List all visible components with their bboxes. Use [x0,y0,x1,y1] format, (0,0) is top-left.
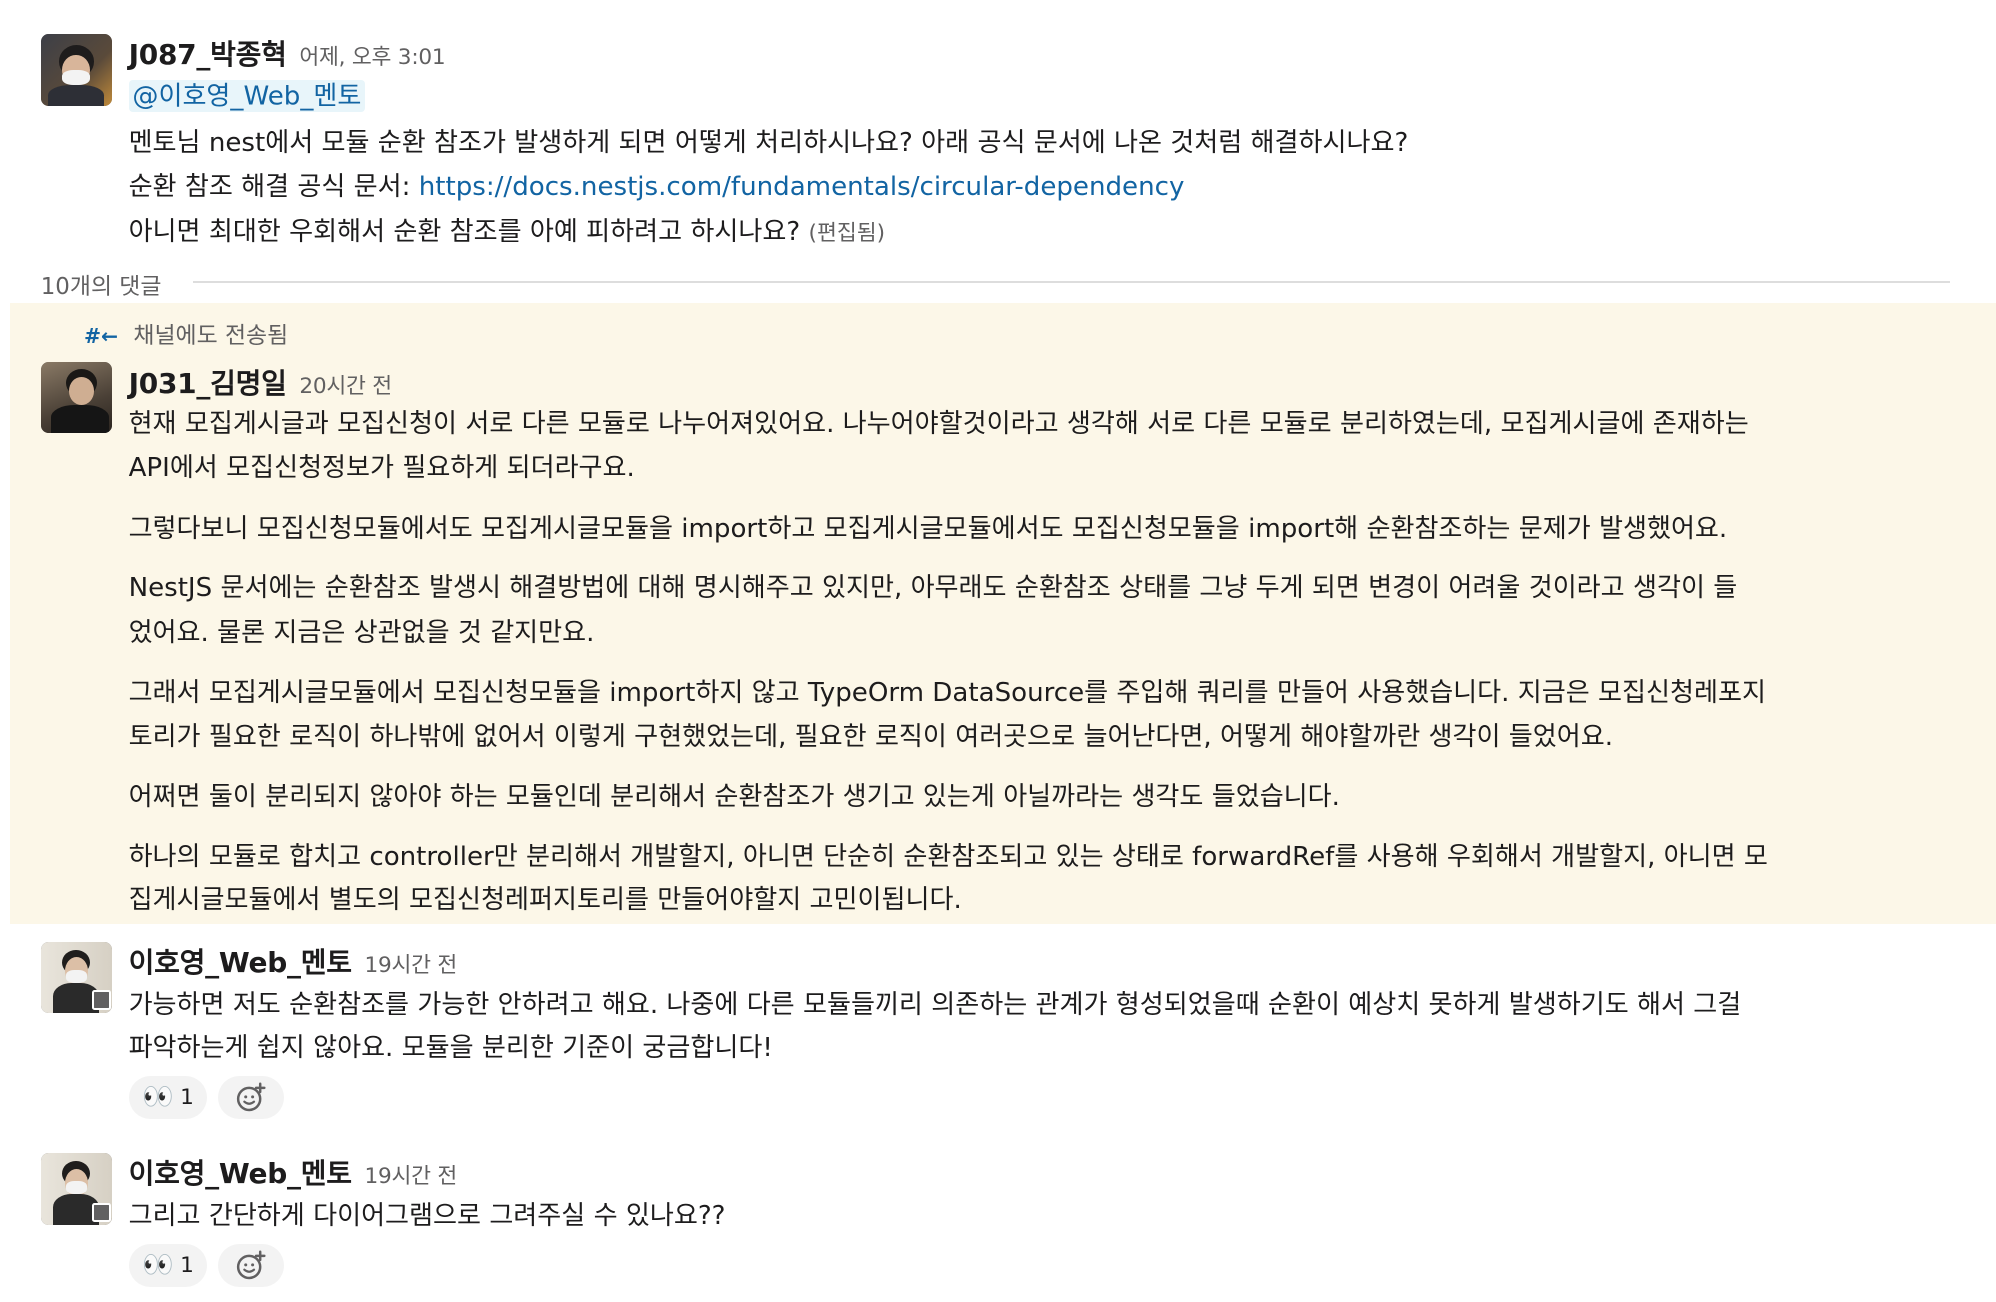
message-line: 토리가 필요한 로직이 하나밖에 없어서 이렇게 구현했었는데, 필요한 로직이… [128,722,1614,753]
author-label[interactable]: J087_박종혁 [129,38,287,71]
message-line: 파악하는게 쉽지 않아요. 모듈을 분리한 기준이 궁금합니다! [128,1032,773,1063]
eyes-emoji-icon: 👀 [142,1250,174,1281]
docs-link[interactable]: https://docs.nestjs.com/fundamentals/cir… [419,172,1185,202]
timestamp[interactable]: 어제, 오후 3:01 [299,45,445,70]
edited-label: (편집됨) [808,221,886,247]
message-line: 현재 모집게시글과 모집신청이 서로 다른 모듈로 나누어져있어요. 나누어야할… [128,409,1749,440]
message-line: 그렇다보니 모집신청모듈에서도 모집게시글모듈을 import하고 모집게시글모… [128,513,1728,544]
presence-indicator [91,1202,111,1223]
message-line: 그래서 모집게시글모듈에서 모집신청모듈을 import하지 않고 TypeOr… [128,677,1766,708]
author-label[interactable]: 이호영_Web_멘토 [129,946,352,979]
message-line: 하나의 모듈로 합치고 controller만 분리해서 개발할지, 아니면 단… [128,842,1768,873]
reaction-eyes[interactable]: 👀 1 [128,1075,208,1119]
user-mention[interactable]: @이호영_Web_멘토 [128,79,366,113]
message-line: 멘토님 nest에서 모듈 순환 참조가 발생하게 되면 어떻게 처리하시나요?… [128,127,1409,158]
forwarded-label: 채널에도 전송됨 [133,322,289,349]
avatar-j031[interactable] [40,361,112,433]
add-reaction-button[interactable] [217,1243,284,1287]
author-name[interactable]: 이호영_Web_멘토 19시간 전 [129,941,458,981]
message-mention-line: @이호영_Web_멘토 [128,74,366,113]
message-line: 아니면 최대한 우회해서 순환 참조를 아예 피하려고 하시나요? (편집됨) [129,210,886,248]
reply-count-divider: 10개의 댓글 [40,267,1951,302]
presence-indicator [91,990,111,1010]
author-label[interactable]: 이호영_Web_멘토 [129,1157,352,1190]
message-line: NestJS 문서에는 순환참조 발생시 해결방법에 대해 명시해주고 있지만,… [128,573,1738,604]
timestamp[interactable]: 20시간 전 [299,374,392,399]
reaction-eyes[interactable]: 👀 1 [128,1243,208,1287]
forwarded-to-channel: #← 채널에도 전송됨 [84,316,288,350]
author-name[interactable]: J031_김명일 20시간 전 [129,362,393,402]
message-line: 었어요. 물론 지금은 상관없을 것 같지만요. [128,617,595,648]
add-reaction-icon [237,1082,266,1111]
message-line: 가능하면 저도 순환참조를 가능한 안하려고 해요. 나중에 다른 모듈들끼리 … [128,989,1742,1020]
thread-view: J087_박종혁 어제, 오후 3:01 @이호영_Web_멘토 멘토님 nest… [0,0,1996,1302]
forward-to-channel-icon: #← [84,323,119,348]
add-reaction-button[interactable] [217,1075,284,1119]
message-line: 그리고 간단하게 다이어그램으로 그려주실 수 있나요?? [128,1200,726,1231]
author-name[interactable]: 이호영_Web_멘토 19시간 전 [129,1152,458,1192]
avatar-j087[interactable] [40,34,112,106]
message-line: 집게시글모듈에서 별도의 모집신청레퍼지토리를 만들어야할지 고민이됩니다. [128,885,962,916]
timestamp[interactable]: 19시간 전 [364,953,457,978]
eyes-emoji-icon: 👀 [142,1082,174,1113]
link-prefix: 순환 참조 해결 공식 문서: [128,172,419,203]
message-line: API에서 모집신청정보가 필요하게 되더라구요. [128,452,635,483]
message-line: 어쩌면 둘이 분리되지 않아야 하는 모듈인데 분리해서 순환참조가 생기고 있… [128,782,1340,813]
reaction-count: 1 [180,1084,194,1110]
reaction-count: 1 [180,1252,194,1278]
author-label[interactable]: J031_김명일 [129,367,287,400]
add-reaction-icon [237,1250,266,1279]
message-line: 순환 참조 해결 공식 문서: https://docs.nestjs.com/… [129,165,1185,203]
message-text: 아니면 최대한 우회해서 순환 참조를 아예 피하려고 하시나요? [128,217,801,248]
reply-count: 10개의 댓글 [40,267,177,302]
author-name[interactable]: J087_박종혁 어제, 오후 3:01 [129,33,446,73]
timestamp[interactable]: 19시간 전 [364,1164,457,1189]
divider-line [193,281,1951,283]
